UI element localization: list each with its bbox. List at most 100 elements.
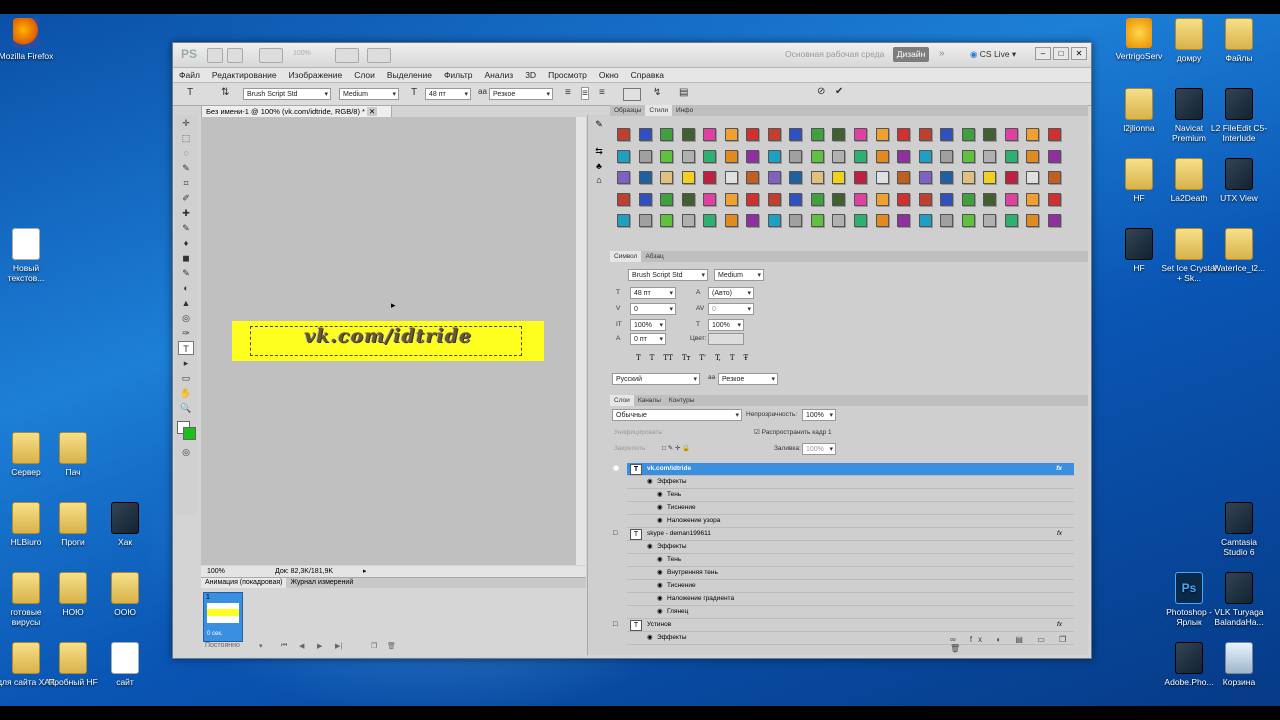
layer-footer-icons[interactable]: ∞ fx ◐ ▤ ▭ ❐ 🗑 xyxy=(950,635,1088,653)
style-swatch[interactable] xyxy=(854,149,868,163)
style-swatch[interactable] xyxy=(1026,149,1040,163)
desktop-right-icon-14[interactable]: VLK Turyaga BalandaHa... xyxy=(1208,572,1270,627)
char-kerning[interactable]: 0 xyxy=(630,303,676,316)
char-panel-icon[interactable]: ▤ xyxy=(679,87,688,98)
style-swatch[interactable] xyxy=(703,128,717,141)
effect-eye-icon[interactable]: ◉ xyxy=(657,515,663,527)
actions-icon[interactable]: ⇆ xyxy=(592,146,606,157)
visibility-eye-icon[interactable]: □ xyxy=(613,528,617,540)
style-swatch[interactable] xyxy=(789,149,803,163)
menu-item-0[interactable]: Файл xyxy=(179,70,200,80)
desktop-left-icon-3[interactable]: Пач xyxy=(42,432,104,477)
effect-eye-icon[interactable]: ◉ xyxy=(657,489,663,501)
effect-eye-icon[interactable]: ◉ xyxy=(657,580,663,592)
style-swatch[interactable] xyxy=(961,171,975,184)
desktop-right-icon-12[interactable]: Camtasia Studio 6 xyxy=(1208,502,1270,557)
style-swatch[interactable] xyxy=(638,171,652,184)
style-swatch[interactable] xyxy=(875,192,889,206)
style-swatch[interactable] xyxy=(767,214,781,227)
style-swatch[interactable] xyxy=(897,171,911,184)
desktop-right-icon-16[interactable]: Корзина xyxy=(1208,642,1270,687)
style-swatch[interactable] xyxy=(1026,214,1040,227)
style-swatch[interactable] xyxy=(961,128,975,141)
style-swatch[interactable] xyxy=(897,128,911,141)
type-tool-icon[interactable]: T xyxy=(178,341,194,355)
effect-eye-icon[interactable]: ◉ xyxy=(657,502,663,514)
history-icon[interactable]: ✎ xyxy=(592,119,606,130)
color-swatches[interactable] xyxy=(177,421,196,440)
glyph-button-1[interactable]: T xyxy=(650,354,655,362)
effect-eye-icon[interactable]: ◉ xyxy=(647,632,653,644)
style-swatch[interactable] xyxy=(940,192,954,206)
layers-tab-0[interactable]: Слои xyxy=(610,395,634,406)
style-swatch[interactable] xyxy=(703,171,717,184)
layer-effect-row[interactable]: ◉ Тиснение xyxy=(627,580,1074,593)
char-size[interactable]: 48 пт xyxy=(630,287,676,300)
style-swatch[interactable] xyxy=(983,128,997,141)
cancel-edit-icon[interactable]: ⊘ xyxy=(817,86,825,97)
style-swatch[interactable] xyxy=(810,149,824,163)
lock-icons[interactable]: □ ✎ ✛ 🔒 xyxy=(662,444,690,452)
first-frame-icon[interactable]: ⏮ xyxy=(281,642,287,650)
hand-tool-icon[interactable]: ✋ xyxy=(178,386,194,400)
style-swatch[interactable] xyxy=(1004,149,1018,163)
char-tracking[interactable]: 0 xyxy=(708,303,754,316)
style-swatch[interactable] xyxy=(854,128,868,141)
banner-layer[interactable]: vk.com/idtride xyxy=(232,321,544,361)
style-swatch[interactable] xyxy=(875,149,889,163)
style-swatch[interactable] xyxy=(724,214,738,227)
blur-tool-icon[interactable]: ▲ xyxy=(178,296,194,310)
style-swatch[interactable] xyxy=(897,192,911,206)
style-swatch[interactable] xyxy=(724,149,738,163)
style-swatch[interactable] xyxy=(940,128,954,141)
fx-icon[interactable]: fx xyxy=(1056,463,1062,475)
layer-row[interactable]: □ Tfx skype - deman199611 xyxy=(613,528,1074,541)
style-swatch[interactable] xyxy=(940,214,954,227)
style-swatch[interactable] xyxy=(810,128,824,141)
zoom-level[interactable]: 100% xyxy=(293,50,311,57)
status-zoom[interactable]: 100% xyxy=(207,566,225,577)
menu-item-10[interactable]: Справка xyxy=(631,70,664,80)
style-swatch[interactable] xyxy=(638,192,652,206)
menu-item-6[interactable]: Анализ xyxy=(485,70,514,80)
layer-effect-row[interactable]: ◉ Тень xyxy=(627,489,1074,502)
style-swatch[interactable] xyxy=(854,214,868,227)
arrange-docs-icon[interactable] xyxy=(335,48,359,63)
desktop-left-icon-9[interactable]: ООЮ xyxy=(94,572,156,617)
style-swatch[interactable] xyxy=(724,192,738,206)
bridge-icon[interactable] xyxy=(207,48,223,63)
menu-item-2[interactable]: Изображение xyxy=(289,70,343,80)
style-swatch[interactable] xyxy=(789,214,803,227)
status-arrow-icon[interactable]: ▸ xyxy=(363,566,367,577)
healing-tool-icon[interactable]: ✚ xyxy=(178,206,194,220)
quick-select-tool-icon[interactable]: ✎ xyxy=(178,161,194,175)
zoom-tool-icon[interactable]: 🔍 xyxy=(178,401,194,415)
style-swatch[interactable] xyxy=(789,192,803,206)
style-swatch[interactable] xyxy=(681,149,695,163)
style-swatch[interactable] xyxy=(660,149,674,163)
glyph-button-3[interactable]: Tт xyxy=(682,354,691,362)
style-swatch[interactable] xyxy=(681,171,695,184)
style-swatch[interactable] xyxy=(767,171,781,184)
style-swatch[interactable] xyxy=(746,149,760,163)
shape-tool-icon[interactable]: ▭ xyxy=(178,371,194,385)
minibridge-icon[interactable] xyxy=(227,48,243,63)
style-swatch[interactable] xyxy=(875,214,889,227)
style-swatch[interactable] xyxy=(660,192,674,206)
style-swatch[interactable] xyxy=(918,171,932,184)
crop-tool-icon[interactable]: ⌗ xyxy=(178,176,194,190)
style-swatch[interactable] xyxy=(746,128,760,141)
layer-effect-row[interactable]: ◉ Внутренняя тень xyxy=(627,567,1074,580)
style-swatch[interactable] xyxy=(1047,214,1061,227)
desktop-right-icon-5[interactable]: L2 FileEdit C5-Interlude xyxy=(1208,88,1270,143)
next-frame-icon[interactable]: ▶| xyxy=(335,642,342,650)
glyph-button-7[interactable]: Ŧ xyxy=(744,354,749,362)
canvas-area[interactable]: vk.com/idtride ▸ xyxy=(201,117,579,565)
glyph-button-6[interactable]: T xyxy=(730,354,735,362)
styles-tab-0[interactable]: Образцы xyxy=(610,105,645,116)
visibility-eye-icon[interactable]: ◉ xyxy=(613,463,619,475)
font-size-select[interactable]: 48 пт xyxy=(425,88,471,101)
menu-item-1[interactable]: Редактирование xyxy=(212,70,277,80)
path-select-tool-icon[interactable]: ▸ xyxy=(178,356,194,370)
style-swatch[interactable] xyxy=(617,171,631,184)
